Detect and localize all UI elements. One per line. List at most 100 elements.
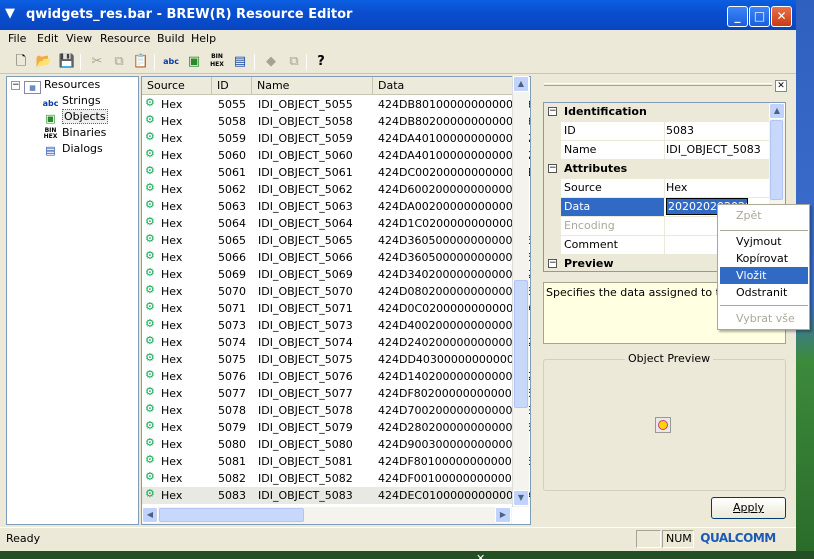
table-row[interactable]: ⚙ Hex 5077 IDI_OBJECT_5077 424DF802000000000… (142, 385, 530, 402)
property-scroll-thumb[interactable] (770, 120, 783, 200)
cell-id: 5065 (218, 234, 246, 247)
tree-item-binaries[interactable]: BIN HEX Binaries (42, 125, 107, 141)
scroll-down-icon[interactable]: ▼ (513, 490, 529, 506)
build-icon[interactable]: ◆ (262, 53, 280, 71)
table-row[interactable]: ⚙ Hex 5074 IDI_OBJECT_5074 424D2402000000000… (142, 334, 530, 351)
list-hscroll-thumb[interactable] (159, 508, 304, 522)
table-row[interactable]: ⚙ Hex 5065 IDI_OBJECT_5065 424D3605000000000… (142, 232, 530, 249)
table-row[interactable]: ⚙ Hex 5060 IDI_OBJECT_5060 424DA401000000000… (142, 147, 530, 164)
table-row[interactable]: ⚙ Hex 5064 IDI_OBJECT_5064 424D1C02000000000… (142, 215, 528, 232)
cell-source: Hex (161, 387, 183, 400)
cell-data: 424D280200000000000026 (378, 421, 531, 434)
object-gear-icon: ⚙ (145, 334, 155, 347)
collapse-icon[interactable]: − (548, 107, 557, 116)
menu-item-cut[interactable]: Vyjmout (720, 233, 808, 250)
table-row[interactable]: ⚙ Hex 5061 IDI_OBJECT_5061 424DC002000000000… (142, 164, 530, 181)
prop-source-value[interactable]: Hex (666, 179, 768, 197)
table-row[interactable]: ⚙ Hex 5081 IDI_OBJECT_5081 424DF801000000000… (142, 453, 530, 470)
list-scroll-thumb[interactable] (514, 280, 528, 408)
column-header-name[interactable]: Name (252, 77, 373, 95)
list-vertical-scrollbar[interactable]: ▲ ▼ (512, 76, 529, 507)
cell-name: IDI_OBJECT_5066 (258, 251, 353, 264)
object-list[interactable]: Source ID Name Data ⚙ Hex 5055 IDI_OBJECT_5… (141, 76, 531, 525)
table-row[interactable]: ⚙ Hex 5071 IDI_OBJECT_5071 424D0C02000000000… (142, 300, 530, 317)
prop-name[interactable]: Name IDI_OBJECT_5083 (544, 141, 770, 160)
table-row[interactable]: ⚙ Hex 5080 IDI_OBJECT_5080 424D9003000000000… (142, 436, 526, 453)
cell-id: 5058 (218, 115, 246, 128)
table-row[interactable]: ⚙ Hex 5059 IDI_OBJECT_5059 424DA401000000000… (142, 130, 530, 147)
cut-icon[interactable]: ✂ (88, 53, 106, 71)
cell-name: IDI_OBJECT_5062 (258, 183, 353, 196)
prop-id-value[interactable]: 5083 (666, 122, 768, 140)
table-row[interactable]: ⚙ Hex 5062 IDI_OBJECT_5062 424D6002000000000… (142, 181, 526, 198)
tree-item-objects[interactable]: ▣ Objects (42, 109, 108, 125)
menu-edit[interactable]: Edit (37, 32, 58, 45)
help-icon[interactable]: ? (312, 53, 330, 71)
maximize-button[interactable]: □ (749, 6, 770, 27)
menu-item-paste[interactable]: Vložit (720, 267, 808, 284)
prop-name-value[interactable]: IDI_OBJECT_5083 (666, 141, 768, 159)
menu-help[interactable]: Help (191, 32, 216, 45)
scroll-up-icon[interactable]: ▲ (769, 103, 785, 119)
collapse-icon[interactable]: − (548, 259, 557, 268)
table-row[interactable]: ⚙ Hex 5082 IDI_OBJECT_5082 424DF001000000000… (142, 470, 526, 487)
table-row[interactable]: ⚙ Hex 5075 IDI_OBJECT_5075 424DD403000000000… (142, 351, 530, 368)
table-row[interactable]: ⚙ Hex 5066 IDI_OBJECT_5066 424D3605000000000… (142, 249, 530, 266)
add-dialog-icon[interactable]: ▤ (231, 53, 249, 71)
scroll-up-icon[interactable]: ▲ (513, 76, 529, 92)
table-row[interactable]: ⚙ Hex 5083 IDI_OBJECT_5083 424DEC01000000000… (142, 487, 530, 504)
panel-close-icon[interactable]: ✕ (775, 80, 787, 92)
cell-id: 5074 (218, 336, 246, 349)
column-header-id[interactable]: ID (212, 77, 252, 95)
table-row[interactable]: ⚙ Hex 5073 IDI_OBJECT_5073 424D4002000000000… (142, 317, 526, 334)
prop-source[interactable]: Source Hex (544, 179, 770, 198)
cell-name: IDI_OBJECT_5075 (258, 353, 353, 366)
scroll-right-icon[interactable]: ▶ (495, 507, 511, 523)
table-row[interactable]: ⚙ Hex 5058 IDI_OBJECT_5058 424DB802000000000… (142, 113, 530, 130)
cell-data: 424DB801000000000000B6 (378, 98, 531, 111)
cell-id: 5059 (218, 132, 246, 145)
menu-item-select-all[interactable]: Vybrat vše (720, 310, 808, 327)
scroll-left-icon[interactable]: ◀ (142, 507, 158, 523)
save-icon[interactable]: 💾 (58, 53, 76, 71)
panel-grip[interactable] (544, 83, 772, 86)
prop-id[interactable]: ID 5083 (544, 122, 770, 141)
table-row[interactable]: ⚙ Hex 5070 IDI_OBJECT_5070 424D0802000000000… (142, 283, 530, 300)
tree-item-dialogs[interactable]: ▤ Dialogs (42, 141, 102, 157)
cell-id: 5073 (218, 319, 246, 332)
tree-expander[interactable]: − (11, 81, 20, 90)
category-identification[interactable]: − Identification (544, 103, 770, 122)
list-horizontal-scrollbar[interactable]: ◀ ▶ (142, 507, 512, 524)
menu-item-copy[interactable]: Kopírovat (720, 250, 808, 267)
close-button[interactable]: ✕ (771, 6, 792, 27)
menu-build[interactable]: Build (157, 32, 185, 45)
menu-file[interactable]: File (8, 32, 26, 45)
apply-button[interactable]: Apply (711, 497, 786, 519)
table-row[interactable]: ⚙ Hex 5078 IDI_OBJECT_5078 424D7002000000000… (142, 402, 530, 419)
table-row[interactable]: ⚙ Hex 5069 IDI_OBJECT_5069 424D3402000000000… (142, 266, 530, 283)
table-row[interactable]: ⚙ Hex 5055 IDI_OBJECT_5055 424DB801000000000… (142, 96, 530, 113)
table-row[interactable]: ⚙ Hex 5076 IDI_OBJECT_5076 424D1402000000000… (142, 368, 530, 385)
add-object-icon[interactable]: ▣ (185, 53, 203, 71)
category-attributes[interactable]: − Attributes (544, 160, 770, 179)
menu-item-undo[interactable]: Zpět (720, 207, 808, 224)
paste-icon[interactable]: 📋 (132, 53, 150, 71)
menu-item-delete[interactable]: Odstranit (720, 284, 808, 301)
copy-icon[interactable]: ⧉ (110, 53, 128, 71)
tree-item-resources[interactable]: ▦ Resources (24, 77, 100, 94)
object-gear-icon: ⚙ (145, 385, 155, 398)
column-header-source[interactable]: Source (142, 77, 212, 95)
minimize-button[interactable]: _ (727, 6, 748, 27)
table-row[interactable]: ⚙ Hex 5079 IDI_OBJECT_5079 424D2802000000000… (142, 419, 530, 436)
add-string-icon[interactable]: abc (162, 53, 180, 71)
column-header-data[interactable]: Data (373, 77, 514, 95)
add-binary-icon[interactable]: BIN HEX (208, 53, 226, 71)
collapse-icon[interactable]: − (548, 164, 557, 173)
new-file-icon[interactable]: 🗋 (12, 53, 30, 71)
table-row[interactable]: ⚙ Hex 5063 IDI_OBJECT_5063 424DA002000000000… (142, 198, 527, 215)
menu-view[interactable]: View (66, 32, 92, 45)
menu-resource[interactable]: Resource (100, 32, 150, 45)
compile-icon[interactable]: ⧉ (285, 53, 303, 71)
open-folder-icon[interactable]: 📂 (35, 53, 53, 71)
tree-item-strings[interactable]: abc Strings (42, 93, 101, 109)
